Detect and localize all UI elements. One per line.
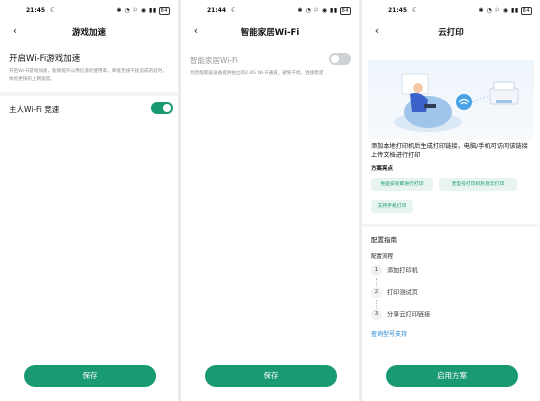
divider [362, 224, 540, 227]
toggle-knob [163, 104, 171, 112]
guide-title: 配置指南 [371, 236, 397, 244]
nav-bar: ‹ 云打印 [362, 22, 540, 42]
nav-bar: ‹ 智能家居Wi-Fi [181, 22, 359, 42]
master-wifi-toggle[interactable] [151, 102, 173, 114]
hero-illustration [368, 60, 534, 140]
status-time: 21:45 [388, 7, 408, 14]
status-time: 21:45 [26, 7, 46, 14]
game-acceleration-screen: 21:45 ☾ ✱ ◔ ⚐ ◉ ▮▮ 84 ‹ 游戏加速 开启Wi-Fi游戏加速 … [0, 0, 178, 401]
highlights-title: 方案亮点 [371, 166, 394, 172]
query-model-link[interactable]: 查询型号支持 [371, 329, 407, 338]
step-number: 2 [371, 287, 382, 298]
step-1: 1 添加打印机 [371, 265, 418, 277]
smart-home-description: 为智能家居设备提供独立的2.4G Wi-Fi通道，避免干扰，连接稳定 [190, 71, 324, 76]
divider [0, 92, 178, 96]
section-heading: 开启Wi-Fi游戏加速 [9, 54, 81, 64]
step-label: 打印测试页 [387, 289, 418, 297]
moon-icon: ☾ [412, 6, 419, 14]
chip-mobile-print: 支持手机打印 [371, 200, 413, 213]
step-connector [376, 300, 377, 308]
battery-icon: 84 [520, 7, 532, 15]
person-printer-illustration [394, 73, 519, 132]
toggle-knob [331, 55, 339, 63]
step-number: 1 [371, 265, 382, 276]
step-2: 2 打印测试页 [371, 287, 418, 299]
smart-home-wifi-label: 智能家居Wi-Fi [190, 56, 238, 65]
status-icons: ✱ ◔ ⚐ ◉ ▮▮ 84 [478, 7, 532, 15]
section-description: 开启Wi-Fi游戏加速，能够提升公用信道的使用率，降低无线干扰造成的延时，体验更… [9, 69, 167, 82]
chip-legacy-printer: 老型号打印机秒变云打印 [439, 178, 517, 191]
page-title: 云打印 [438, 28, 464, 38]
intro-text: 添加本地打印机后生成打印链接，电脑/手机可访问该链接上传文档进行打印 [371, 143, 528, 159]
moon-icon: ☾ [50, 6, 57, 14]
cloud-print-screen: 21:45 ☾ ✱ ◔ ⚐ ◉ ▮▮ 84 ‹ 云打印 添加本地打印机后生成打印链… [362, 0, 540, 401]
status-bar: 21:45 ☾ ✱ ◔ ⚐ ◉ ▮▮ 84 [0, 6, 178, 18]
battery-icon: 84 [158, 7, 170, 15]
flow-title: 配置流程 [371, 254, 394, 260]
nav-bar: ‹ 游戏加速 [0, 22, 178, 42]
status-bar: 21:45 ☾ ✱ ◔ ⚐ ◉ ▮▮ 84 [362, 6, 540, 18]
moon-icon: ☾ [231, 6, 238, 14]
step-number: 3 [371, 309, 382, 320]
save-button[interactable]: 保存 [24, 365, 156, 387]
page-title: 智能家居Wi-Fi [240, 28, 300, 38]
page-title: 游戏加速 [71, 28, 106, 38]
status-icons: ✱ ◔ ⚐ ◉ ▮▮ 84 [116, 7, 170, 15]
step-label: 分享云打印链接 [387, 311, 431, 319]
smart-home-wifi-screen: 21:44 ☾ ✱ ◔ ⚐ ◉ ▮▮ 84 ‹ 智能家居Wi-Fi 智能家居Wi-… [181, 0, 359, 401]
status-bar: 21:44 ☾ ✱ ◔ ⚐ ◉ ▮▮ 84 [181, 6, 359, 18]
save-button[interactable]: 保存 [205, 365, 337, 387]
step-connector [376, 278, 377, 286]
apply-plan-button[interactable]: 启用方案 [386, 365, 518, 387]
master-wifi-label: 主人Wi-Fi 竞速 [9, 105, 60, 114]
battery-icon: 84 [339, 7, 351, 15]
status-time: 21:44 [207, 7, 227, 14]
status-icons: ✱ ◔ ⚐ ◉ ▮▮ 84 [297, 7, 351, 15]
step-label: 添加打印机 [387, 267, 418, 275]
step-3: 3 分享云打印链接 [371, 309, 430, 321]
smart-home-wifi-toggle[interactable] [329, 53, 351, 65]
chip-driver-free: 免驱安装即进行打印 [371, 178, 433, 191]
